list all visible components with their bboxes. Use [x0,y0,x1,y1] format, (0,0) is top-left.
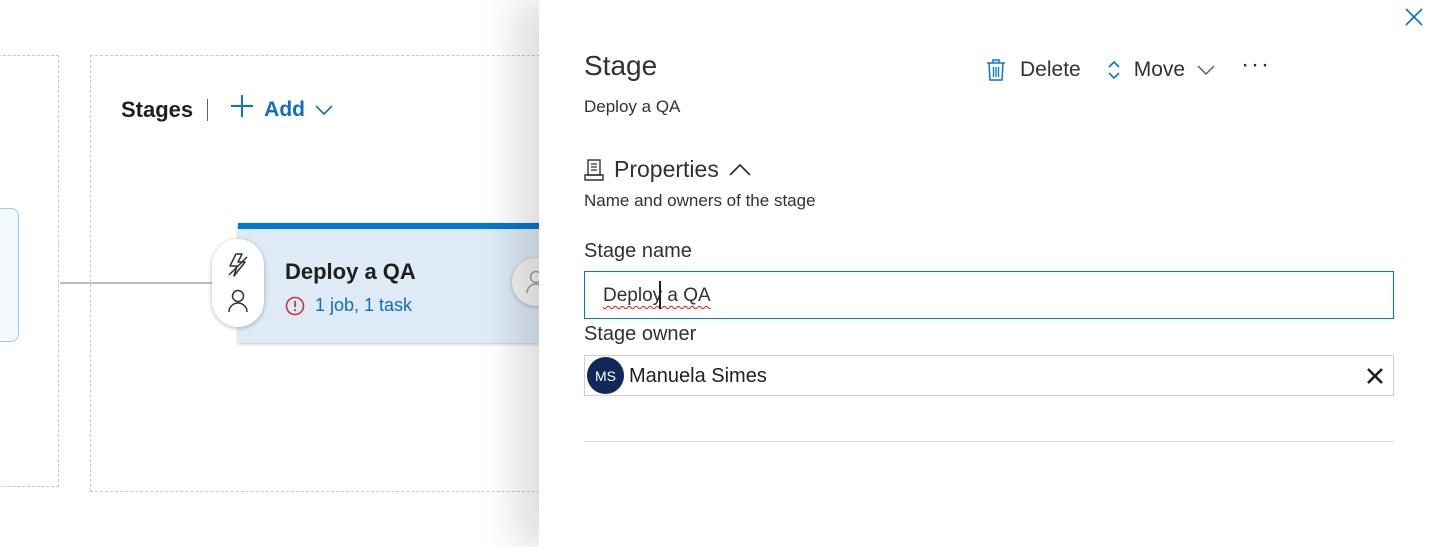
delete-button[interactable]: Delete [986,58,1081,82]
stage-name-value: Deploy a QA [603,285,711,306]
properties-section-toggle[interactable]: Properties [584,156,751,183]
stage-card-status[interactable]: 1 job, 1 task [285,295,412,316]
more-icon[interactable]: ··· [1241,53,1271,77]
delete-label: Delete [1020,58,1081,81]
avatar: MS [587,357,624,394]
stage-card-title: Deploy a QA [285,259,416,284]
stage-owner-label: Stage owner [584,323,697,345]
pre-deployment-conditions[interactable] [212,239,264,327]
stage-card[interactable]: Deploy a QA 1 job, 1 task [238,223,548,343]
stage-name-label: Stage name [584,240,692,262]
add-label: Add [264,98,305,121]
stages-header: Stages Add [121,94,333,126]
artifact-card[interactable] [0,208,19,342]
properties-label: Properties [614,156,719,182]
section-divider [584,441,1394,442]
clear-icon[interactable] [1365,366,1385,386]
properties-icon [584,158,604,181]
close-icon[interactable] [1403,6,1425,28]
person-icon [228,289,248,313]
chevron-up-icon [729,163,751,176]
stages-title: Stages [121,97,194,122]
panel-toolbar: Delete Move ··· [986,53,1271,86]
chevron-down-icon [315,105,333,116]
panel-subtitle: Deploy a QA [584,97,681,116]
move-label: Move [1133,58,1186,81]
stage-card-status-text: 1 job, 1 task [315,295,413,315]
plus-icon [220,94,254,123]
chevron-down-icon [1197,65,1215,76]
move-button[interactable]: Move [1107,58,1215,82]
trash-icon [987,59,1005,81]
add-stage-button[interactable]: Add [220,94,333,123]
lightning-icon [228,253,248,277]
error-icon [285,296,305,315]
header-separator [207,99,209,121]
move-updown-icon [1108,60,1120,80]
pipeline-canvas: Stages Add Deploy a QA 1 job, 1 task [0,0,560,547]
stage-properties-panel: Stage Deploy a QA Delete Move ··· Proper… [539,0,1438,547]
properties-description: Name and owners of the stage [584,191,816,210]
stage-name-input[interactable]: Deploy a QA [584,271,1394,319]
stage-owner-picker[interactable]: MS Manuela Simes [584,355,1394,396]
owner-name: Manuela Simes [629,365,767,387]
stage-connector [60,282,220,284]
text-caret [659,281,661,309]
panel-title: Stage [584,50,658,81]
more-label: ··· [1241,51,1272,78]
